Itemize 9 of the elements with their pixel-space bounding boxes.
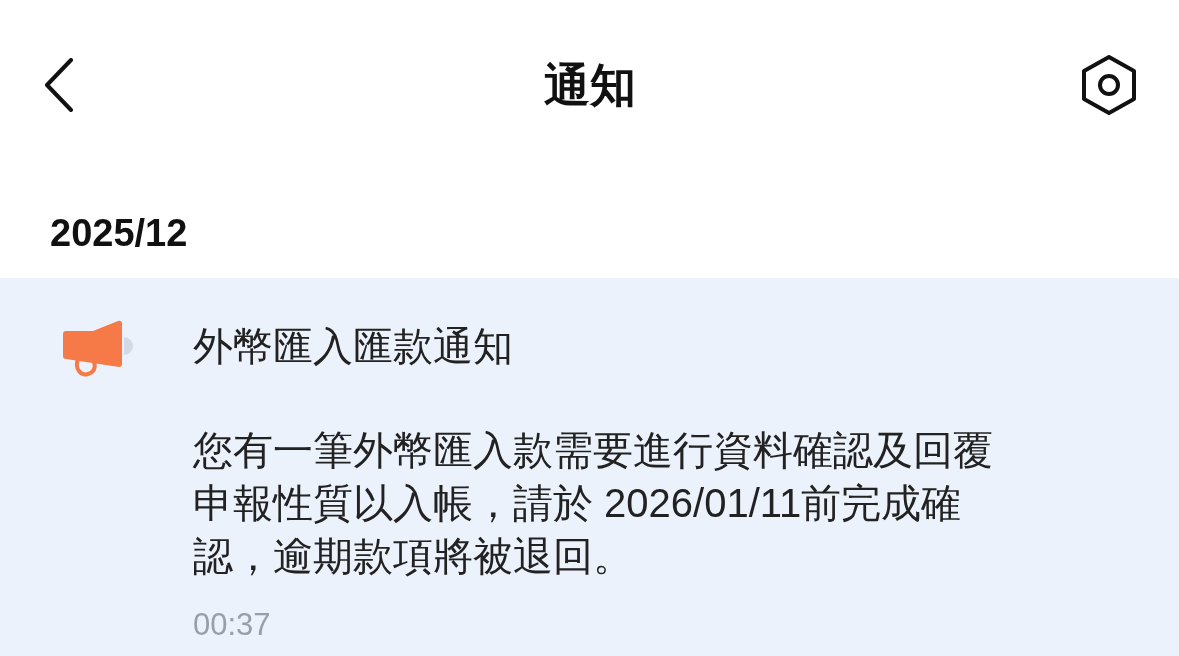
- page-title: 通知: [543, 58, 636, 113]
- month-heading: 2025/12: [50, 212, 188, 254]
- notification-title: 外幣匯入匯款通知: [193, 323, 513, 370]
- notification-body: 您有一筆外幣匯入款需要進行資料確認及回覆申報性質以入帳，請於 2026/01/11前完成確認，逾期款項將被退回。: [193, 427, 994, 580]
- notification-time: 00:37: [193, 606, 271, 644]
- back-icon[interactable]: [44, 58, 74, 112]
- megaphone-icon: [62, 320, 134, 378]
- notification-card[interactable]: 外幣匯入匯款通知 您有一筆外幣匯入款需要進行資料確認及回覆申報性質以入帳，請於 2026/01/11前完成確認，逾期款項將被退回。 00:37: [0, 278, 1179, 656]
- settings-icon[interactable]: [1081, 55, 1137, 115]
